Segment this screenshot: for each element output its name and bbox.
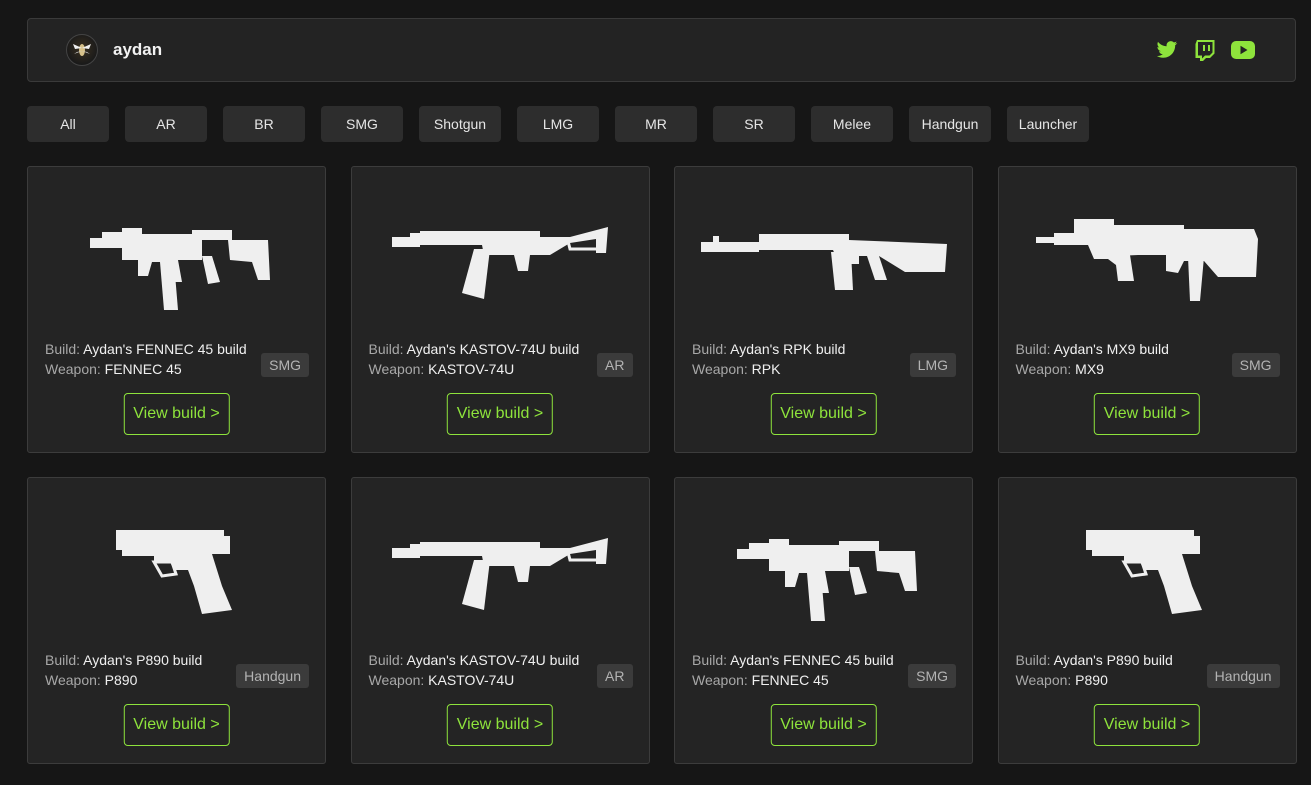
weapon-name: P890 [1075, 672, 1108, 688]
weapon-name: FENNEC 45 [751, 672, 829, 688]
build-info: Build: Aydan's KASTOV-74U build Weapon: … [369, 650, 580, 690]
build-name: Aydan's KASTOV-74U build [406, 652, 580, 668]
weapon-name: FENNEC 45 [104, 361, 182, 377]
build-name: Aydan's P890 build [83, 652, 203, 668]
youtube-icon[interactable] [1231, 38, 1255, 62]
build-name: Aydan's RPK build [730, 341, 846, 357]
twitch-icon[interactable] [1193, 38, 1217, 62]
build-card: Build: Aydan's KASTOV-74U build Weapon: … [350, 477, 650, 764]
build-card: Build: Aydan's RPK build Weapon: RPK LMG… [674, 166, 973, 453]
smg-mx9-icon [999, 185, 1296, 335]
category-badge: Handgun [1206, 664, 1280, 688]
build-info: Build: Aydan's KASTOV-74U build Weapon: … [369, 339, 580, 379]
category-badge: SMG [1231, 353, 1280, 377]
filter-all[interactable]: All [27, 106, 109, 142]
build-name: Aydan's FENNEC 45 build [83, 341, 247, 357]
build-label: Build: [45, 341, 81, 357]
build-card: Build: Aydan's FENNEC 45 build Weapon: F… [674, 477, 973, 764]
weapon-label: Weapon: [1015, 672, 1072, 688]
build-label: Build: [368, 341, 404, 357]
build-name: Aydan's FENNEC 45 build [730, 652, 894, 668]
view-build-button[interactable]: View build > [1093, 393, 1201, 435]
build-label: Build: [692, 652, 728, 668]
build-name: Aydan's P890 build [1053, 652, 1173, 668]
weapon-label: Weapon: [368, 672, 425, 688]
category-badge: AR [597, 664, 633, 688]
twitter-icon[interactable] [1155, 38, 1179, 62]
username: aydan [113, 40, 163, 59]
wasp-logo-icon[interactable] [66, 34, 98, 66]
category-filters: All AR BR SMG Shotgun LMG MR SR Melee Ha… [27, 106, 1089, 142]
social-links [1155, 38, 1255, 62]
category-badge: AR [597, 353, 633, 377]
build-card: Build: Aydan's FENNEC 45 build Weapon: F… [27, 166, 326, 453]
smg-fennec-icon [675, 496, 972, 646]
weapon-name: KASTOV-74U [428, 361, 515, 377]
build-label: Build: [45, 652, 81, 668]
filter-melee[interactable]: Melee [811, 106, 893, 142]
weapon-name: MX9 [1075, 361, 1104, 377]
category-badge: SMG [908, 664, 956, 688]
weapon-label: Weapon: [1015, 361, 1072, 377]
build-label: Build: [368, 652, 404, 668]
weapon-label: Weapon: [45, 672, 101, 688]
build-info: Build: Aydan's RPK build Weapon: RPK [692, 339, 845, 379]
view-build-button[interactable]: View build > [446, 704, 554, 746]
weapon-name: P890 [104, 672, 138, 688]
build-card: Build: Aydan's P890 build Weapon: P890 H… [997, 477, 1297, 764]
build-name: Aydan's KASTOV-74U build [406, 341, 580, 357]
filter-br[interactable]: BR [223, 106, 305, 142]
filter-lmg[interactable]: LMG [517, 106, 599, 142]
build-info: Build: Aydan's P890 build Weapon: P890 [1016, 650, 1173, 690]
view-build-button[interactable]: View build > [770, 704, 877, 746]
build-label: Build: [1015, 652, 1051, 668]
build-name: Aydan's MX9 build [1053, 341, 1169, 357]
view-build-button[interactable]: View build > [446, 393, 554, 435]
build-info: Build: Aydan's MX9 build Weapon: MX9 [1016, 339, 1169, 379]
filter-mr[interactable]: MR [615, 106, 697, 142]
view-build-button[interactable]: View build > [123, 393, 230, 435]
pistol-p890-icon [999, 496, 1296, 646]
build-label: Build: [1015, 341, 1051, 357]
build-label: Build: [692, 341, 728, 357]
filter-sr[interactable]: SR [713, 106, 795, 142]
view-build-button[interactable]: View build > [770, 393, 877, 435]
weapon-label: Weapon: [45, 361, 101, 377]
build-card: Build: Aydan's MX9 build Weapon: MX9 SMG… [997, 166, 1297, 453]
weapon-label: Weapon: [692, 361, 748, 377]
top-bar: aydan [27, 18, 1296, 82]
weapon-name: RPK [751, 361, 781, 377]
filter-handgun[interactable]: Handgun [909, 106, 991, 142]
rifle-kastov-icon [352, 185, 649, 335]
category-badge: LMG [909, 353, 956, 377]
lmg-rpk-icon [675, 185, 972, 335]
pistol-p890-icon [28, 496, 325, 646]
weapon-label: Weapon: [692, 672, 748, 688]
build-info: Build: Aydan's FENNEC 45 build Weapon: F… [45, 339, 247, 379]
filter-shotgun[interactable]: Shotgun [419, 106, 501, 142]
view-build-button[interactable]: View build > [123, 704, 230, 746]
rifle-kastov-icon [352, 496, 649, 646]
build-card: Build: Aydan's P890 build Weapon: P890 H… [27, 477, 326, 764]
build-info: Build: Aydan's FENNEC 45 build Weapon: F… [692, 650, 894, 690]
filter-smg[interactable]: SMG [321, 106, 403, 142]
weapon-label: Weapon: [368, 361, 425, 377]
weapon-name: KASTOV-74U [428, 672, 515, 688]
filter-launcher[interactable]: Launcher [1007, 106, 1089, 142]
category-badge: SMG [261, 353, 309, 377]
view-build-button[interactable]: View build > [1093, 704, 1201, 746]
build-grid: Build: Aydan's FENNEC 45 build Weapon: F… [27, 166, 1297, 764]
build-info: Build: Aydan's P890 build Weapon: P890 [45, 650, 202, 690]
filter-ar[interactable]: AR [125, 106, 207, 142]
build-card: Build: Aydan's KASTOV-74U build Weapon: … [350, 166, 650, 453]
category-badge: Handgun [236, 664, 309, 688]
smg-fennec-icon [28, 185, 325, 335]
